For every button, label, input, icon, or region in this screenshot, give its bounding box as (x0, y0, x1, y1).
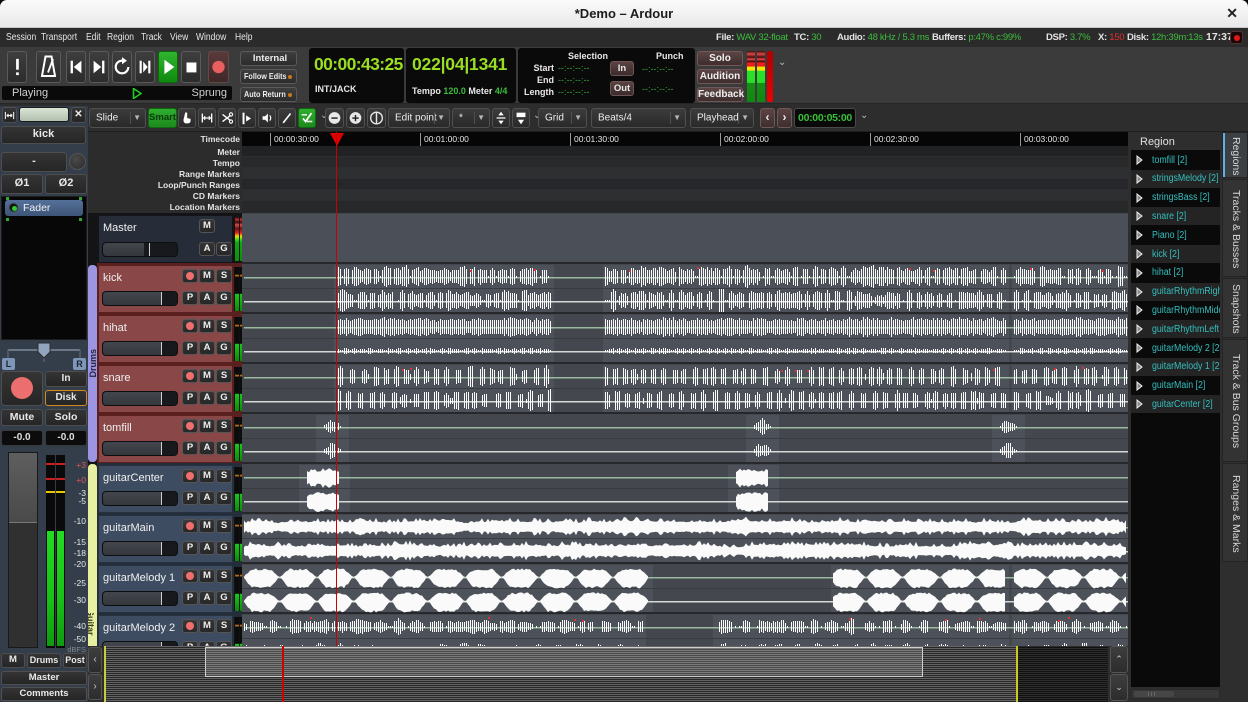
svg-text:00:02:00:00: 00:02:00:00 (724, 134, 769, 144)
svg-text:00:01:30:00: 00:01:30:00 (574, 134, 619, 144)
svg-text:00:02:30:00: 00:02:30:00 (874, 134, 919, 144)
svg-text:00:01:00:00: 00:01:00:00 (424, 134, 469, 144)
svg-text:00:00:30:00: 00:00:30:00 (274, 134, 319, 144)
svg-text:00:03:00:00: 00:03:00:00 (1024, 134, 1069, 144)
